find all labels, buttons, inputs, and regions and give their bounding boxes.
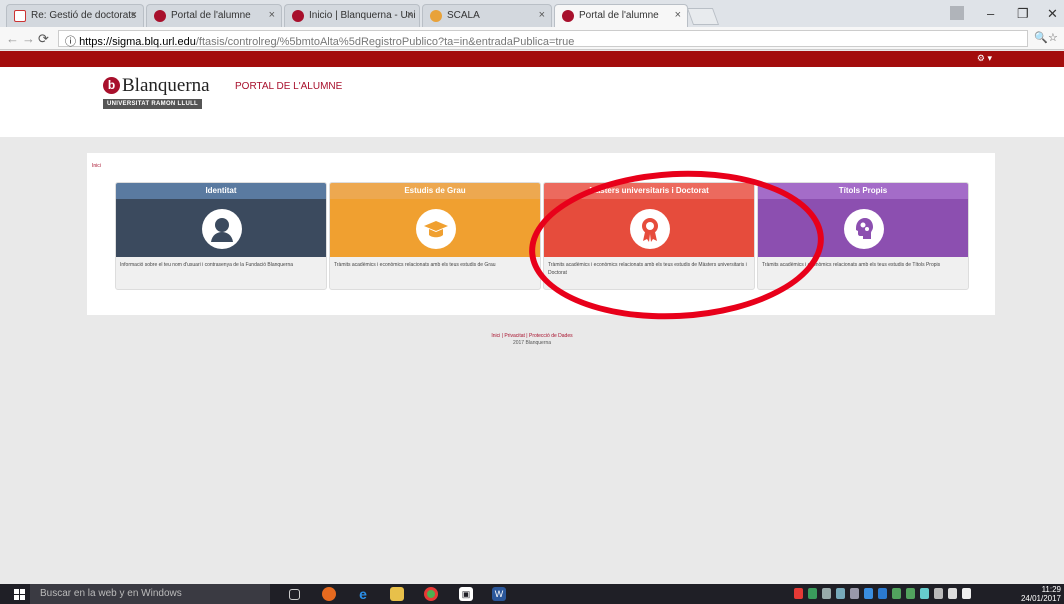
store-icon[interactable]: ▣: [459, 587, 473, 601]
tray-people-icon[interactable]: [836, 588, 845, 599]
browser-tab-strip: Re: Gestió de doctorats × Portal de l'al…: [0, 0, 1064, 27]
logo-subtitle: UNIVERSITAT RAMON LLULL: [103, 99, 203, 109]
windows-taskbar: Buscar en la web y en Windows e ▣ W 11:2…: [0, 584, 1064, 604]
zoom-icon[interactable]: 🔍: [1034, 31, 1048, 44]
card-title: Màsters universitaris i Doctorat: [544, 183, 754, 199]
minimize-icon[interactable]: –: [987, 6, 994, 21]
card-description: Tràmits acadèmics i econòmics relacionat…: [548, 262, 747, 276]
gmail-icon: [14, 10, 26, 22]
brain-gears-icon: [844, 209, 884, 249]
card-body: [116, 199, 326, 257]
footer-links[interactable]: Inici | Privacitat | Protecció de Dades: [0, 333, 1064, 339]
card-titols-propis[interactable]: Títols Propis Tràmits acadèmics i econòm…: [757, 182, 969, 290]
info-icon: ⓘ: [65, 36, 80, 48]
card-identitat[interactable]: Identitat Informació sobre el teu nom d'…: [115, 182, 327, 290]
url-host: https://sigma.blq.url.edu: [79, 36, 196, 48]
volume-icon[interactable]: [948, 588, 957, 599]
site-header: b Blanquerna UNIVERSITAT RAMON LLULL POR…: [0, 67, 1064, 137]
main-panel: Inici Identitat Informació sobre el teu …: [87, 153, 995, 315]
tray-network-icon[interactable]: [850, 588, 859, 599]
blanquerna-logo-icon[interactable]: b: [103, 77, 120, 94]
profile-icon[interactable]: [950, 6, 964, 20]
breadcrumb[interactable]: Inici: [92, 163, 101, 169]
system-tray: [794, 588, 971, 599]
card-masters-doctorat[interactable]: Màsters universitaris i Doctorat Tràmits…: [543, 182, 755, 290]
bluetooth-icon[interactable]: [864, 588, 873, 599]
new-tab-button[interactable]: [686, 8, 720, 25]
clock-date: 24/01/2017: [1020, 594, 1061, 603]
award-ribbon-icon: [630, 209, 670, 249]
task-view-icon[interactable]: [289, 589, 300, 600]
page-title[interactable]: PORTAL DE L'ALUMNE: [235, 81, 342, 92]
logo-name[interactable]: Blanquerna: [122, 75, 210, 97]
url-path: /ftasis/controlreg/%5bmtoAlta%5dRegistro…: [195, 36, 575, 48]
tray-app-icon[interactable]: [906, 588, 915, 599]
close-icon[interactable]: ×: [675, 9, 681, 21]
settings-gear-icon[interactable]: ⚙ ▾: [977, 53, 992, 64]
close-icon[interactable]: ×: [131, 9, 137, 21]
card-title: Estudis de Grau: [330, 183, 540, 199]
card-description: Informació sobre el teu nom d'usuari i c…: [120, 262, 294, 268]
address-bar-row: ← → ⟳ ⓘ https://sigma.blq.url.edu/ftasis…: [0, 27, 1064, 50]
browser-tab-scala[interactable]: SCALA ×: [422, 4, 552, 27]
reload-icon[interactable]: ⟳: [38, 31, 49, 47]
tab-title: Inicio | Blanquerna - Uni: [309, 10, 416, 21]
tab-title: Portal de l'alumne: [171, 10, 251, 21]
tray-app-icon[interactable]: [892, 588, 901, 599]
card-estudis-grau[interactable]: Estudis de Grau Tràmits acadèmics i econ…: [329, 182, 541, 290]
windows-start-icon[interactable]: [14, 589, 25, 600]
user-icon: [202, 209, 242, 249]
close-window-icon[interactable]: ✕: [1047, 6, 1058, 22]
forward-icon[interactable]: →: [22, 31, 35, 46]
footer-copyright: 2017 Blanquerna: [512, 340, 552, 346]
url-field[interactable]: ⓘ https://sigma.blq.url.edu/ftasis/contr…: [58, 30, 1028, 48]
notifications-icon[interactable]: [962, 588, 971, 599]
word-icon[interactable]: W: [492, 587, 506, 601]
file-explorer-icon[interactable]: [390, 587, 404, 601]
edge-icon[interactable]: e: [356, 587, 370, 601]
card-body: [330, 199, 540, 257]
tab-title: SCALA: [447, 10, 480, 21]
card-title: Identitat: [116, 183, 326, 199]
bookmark-star-icon[interactable]: ☆: [1048, 31, 1058, 44]
close-icon[interactable]: ×: [269, 9, 275, 21]
browser-tab-portal[interactable]: Portal de l'alumne ×: [146, 4, 282, 27]
blanquerna-icon: [562, 10, 574, 22]
browser-tab-inicio[interactable]: Inicio | Blanquerna - Uni ×: [284, 4, 420, 27]
taskbar-clock[interactable]: 11:29 24/01/2017: [1021, 585, 1061, 603]
tab-title: Portal de l'alumne: [579, 10, 659, 21]
browser-tab-gmail[interactable]: Re: Gestió de doctorats ×: [6, 4, 144, 27]
card-body: [758, 199, 968, 257]
blanquerna-icon: [292, 10, 304, 22]
tray-app-icon[interactable]: [808, 588, 817, 599]
tray-app-icon[interactable]: [920, 588, 929, 599]
close-icon[interactable]: ×: [407, 9, 413, 21]
restore-icon[interactable]: ❐: [1017, 6, 1029, 22]
card-description: Tràmits acadèmics i econòmics relacionat…: [334, 262, 496, 268]
tray-cloud-icon[interactable]: [822, 588, 831, 599]
tab-title: Re: Gestió de doctorats: [31, 10, 137, 21]
card-description: Tràmits acadèmics i econòmics relacionat…: [762, 262, 941, 268]
browser-tab-active[interactable]: Portal de l'alumne ×: [554, 4, 688, 27]
taskbar-search-field[interactable]: Buscar en la web y en Windows: [30, 584, 270, 604]
close-icon[interactable]: ×: [539, 9, 545, 21]
tray-app-icon[interactable]: [878, 588, 887, 599]
firefox-icon[interactable]: [322, 587, 336, 601]
site-top-bar: ⚙ ▾: [0, 51, 1064, 67]
chrome-icon[interactable]: [424, 587, 438, 601]
clock-time: 11:29: [1041, 585, 1061, 594]
tray-app-icon[interactable]: [794, 588, 803, 599]
blanquerna-icon: [154, 10, 166, 22]
wifi-icon[interactable]: [934, 588, 943, 599]
graduation-cap-icon: [416, 209, 456, 249]
card-body: [544, 199, 754, 257]
back-icon[interactable]: ←: [6, 31, 19, 46]
card-title: Títols Propis: [758, 183, 968, 199]
scala-icon: [430, 10, 442, 22]
